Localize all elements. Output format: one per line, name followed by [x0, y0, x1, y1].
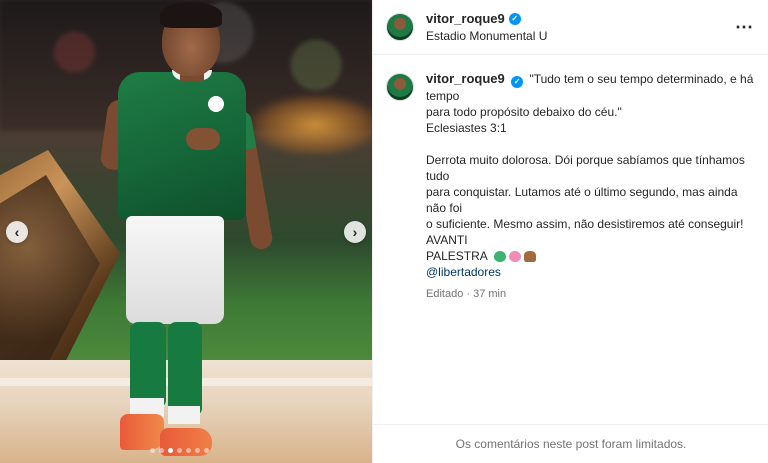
player-right-sock [168, 322, 202, 416]
carousel-dot [159, 448, 164, 453]
chevron-left-icon: ‹ [14, 224, 20, 240]
praying-hands-icon [524, 251, 537, 263]
player-left-sock [130, 322, 166, 408]
caption-last-line: PALESTRA [426, 248, 754, 264]
chevron-right-icon: › [352, 224, 358, 240]
caption-author-username[interactable]: vitor_roque9 [426, 71, 505, 86]
club-crest [208, 96, 224, 112]
edited-timestamp: Editado · 37 min [426, 288, 507, 300]
caption-verified-badge-icon: ✓ [511, 76, 524, 88]
player-hand [186, 128, 220, 150]
player-figure [99, 0, 290, 463]
caption-block: vitor_roque9 ✓ "Tudo tem o seu tempo det… [373, 55, 768, 302]
more-options-icon[interactable]: ⋯ [735, 18, 754, 36]
caption-first-line: vitor_roque9 ✓ "Tudo tem o seu tempo det… [426, 71, 754, 104]
caption-line: o suficiente. Mesmo assim, não desistire… [426, 217, 744, 247]
carousel-dot [168, 448, 173, 453]
trophy-base-shadow [0, 175, 100, 360]
carousel-dot [177, 448, 182, 453]
author-info: vitor_roque9 ✓ Estadio Monumental U [426, 11, 547, 43]
post-header: vitor_roque9 ✓ Estadio Monumental U ⋯ [373, 0, 768, 55]
caption-author-avatar[interactable] [386, 73, 414, 101]
caption-emojis [494, 251, 537, 263]
carousel-dot [204, 448, 209, 453]
player-right-sock-band [168, 406, 200, 424]
author-avatar[interactable] [386, 13, 414, 41]
libertadores-mention-link[interactable]: @libertadores [426, 264, 754, 280]
post-photo[interactable]: ‹ › [0, 0, 372, 463]
carousel-dot [186, 448, 191, 453]
caption-line: Eclesiastes 3:1 [426, 121, 507, 135]
caption-line: para todo propósito debaixo do céu." [426, 105, 622, 119]
carousel-indicator [150, 448, 209, 453]
post-details-panel: vitor_roque9 ✓ Estadio Monumental U ⋯ vi… [372, 0, 768, 463]
pink-heart-icon [509, 251, 522, 263]
player-jersey [118, 72, 246, 220]
caption-line: Derrota muito dolorosa. Dói porque sabía… [426, 153, 745, 183]
green-heart-icon [494, 251, 507, 263]
player-hair [160, 2, 222, 28]
player-shorts [126, 216, 224, 324]
caption-line: PALESTRA [426, 249, 488, 263]
author-name-row: vitor_roque9 ✓ [426, 11, 547, 26]
author-username[interactable]: vitor_roque9 [426, 11, 505, 26]
post-location[interactable]: Estadio Monumental U [426, 29, 547, 43]
carousel-dot [195, 448, 200, 453]
player-left-boot [120, 414, 164, 450]
carousel-prev-button[interactable]: ‹ [6, 221, 28, 243]
comments-limited-notice: Os comentários neste post foram limitado… [373, 424, 768, 463]
post-caption: vitor_roque9 ✓ "Tudo tem o seu tempo det… [426, 71, 754, 302]
verified-badge-icon: ✓ [508, 12, 521, 25]
caption-line: para conquistar. Lutamos até o último se… [426, 185, 738, 215]
carousel-next-button[interactable]: › [344, 221, 366, 243]
carousel-dot [150, 448, 155, 453]
